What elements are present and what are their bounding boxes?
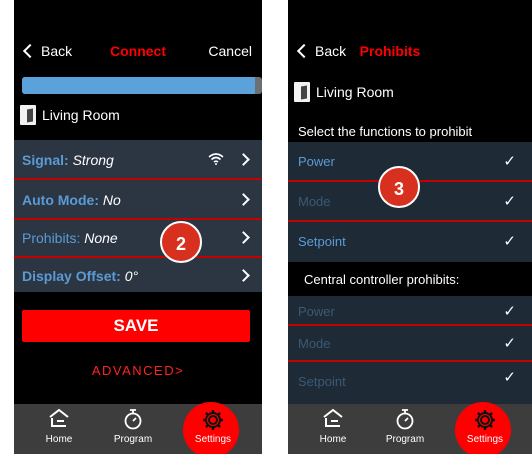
- room-header: Living Room: [294, 82, 394, 102]
- gear-icon: [178, 408, 248, 434]
- tab-label: Program: [113, 434, 153, 445]
- setting-row-signal[interactable]: Signal: Strong: [14, 142, 262, 178]
- central-row-mode: Mode ✓: [288, 326, 532, 362]
- tab-bar: Home Program Settings: [14, 402, 262, 454]
- function-label: Power: [298, 154, 335, 169]
- nav-bar: Back Prohibits: [288, 40, 532, 64]
- room-header: Living Room: [20, 105, 120, 125]
- stopwatch-icon: [98, 408, 168, 434]
- function-row-setpoint[interactable]: Setpoint ✓: [288, 222, 532, 262]
- chevron-right-icon: [237, 153, 250, 166]
- step-badge: 2: [160, 221, 202, 263]
- setting-label: Signal:: [22, 152, 69, 168]
- tab-settings[interactable]: Settings: [450, 402, 520, 454]
- central-prohibits-list: Power ✓ Mode ✓ Setpoint ✓: [288, 296, 532, 404]
- setting-value: No: [102, 192, 121, 208]
- door-icon: [294, 82, 310, 102]
- tab-home[interactable]: Home: [298, 404, 368, 454]
- tab-label: Program: [385, 434, 425, 445]
- function-label: Power: [298, 304, 335, 319]
- tab-label: Home: [45, 434, 73, 445]
- chevron-right-icon: [237, 231, 250, 244]
- setting-label: Display Offset:: [22, 268, 121, 284]
- row-divider: [14, 178, 262, 180]
- tab-settings[interactable]: Settings: [178, 402, 248, 454]
- setting-row-prohibits[interactable]: Prohibits: None: [14, 220, 262, 256]
- function-label: Setpoint: [298, 374, 346, 389]
- chevron-right-icon: [237, 193, 250, 206]
- setting-value: None: [84, 230, 118, 246]
- tab-program[interactable]: Program: [370, 404, 440, 454]
- setting-value: 0°: [124, 268, 139, 284]
- tab-label: Home: [319, 434, 347, 445]
- setting-value: Strong: [72, 152, 114, 168]
- settings-list: Signal: Strong Auto Mode: No Prohibits: …: [14, 140, 262, 292]
- checkmark-icon: ✓: [503, 335, 516, 352]
- prohibits-screen: Back Prohibits Living Room Select the fu…: [288, 0, 532, 454]
- function-label: Mode: [298, 336, 331, 351]
- progress-fill: [22, 77, 255, 94]
- setting-label: Auto Mode:: [22, 192, 99, 208]
- advanced-link[interactable]: ADVANCED>: [14, 363, 262, 378]
- room-name: Living Room: [316, 84, 394, 100]
- gear-icon: [450, 408, 520, 434]
- chevron-right-icon: [237, 269, 250, 282]
- stopwatch-icon: [370, 408, 440, 434]
- step-badge: 3: [378, 166, 420, 208]
- nav-bar: Back Connect Cancel: [14, 40, 262, 64]
- tab-program[interactable]: Program: [98, 404, 168, 454]
- home-icon: [24, 408, 94, 434]
- checkmark-icon: ✓: [503, 193, 516, 210]
- central-heading-row: Central controller prohibits:: [288, 262, 532, 296]
- tab-home[interactable]: Home: [24, 404, 94, 454]
- wifi-icon: [208, 152, 224, 168]
- save-button[interactable]: SAVE: [22, 310, 250, 342]
- checkmark-icon: ✓: [503, 233, 516, 250]
- function-label: Setpoint: [298, 234, 346, 249]
- checkmark-icon: ✓: [503, 153, 516, 170]
- instruction-text: Select the functions to prohibit: [298, 124, 473, 139]
- tab-label: Settings: [466, 434, 504, 445]
- door-icon: [20, 105, 36, 125]
- central-heading: Central controller prohibits:: [304, 272, 460, 287]
- room-name: Living Room: [42, 107, 120, 123]
- page-title: Prohibits: [359, 43, 421, 59]
- tab-label: Settings: [194, 434, 232, 445]
- setting-row-display-offset[interactable]: Display Offset: 0°: [14, 258, 262, 294]
- tab-bar: Home Program Settings: [288, 402, 532, 454]
- connect-screen: Back Connect Cancel Living Room Signal: …: [14, 0, 262, 454]
- central-row-setpoint: Setpoint ✓: [288, 362, 532, 402]
- checkmark-icon: ✓: [503, 369, 516, 386]
- home-icon: [298, 408, 368, 434]
- cancel-button[interactable]: Cancel: [208, 43, 252, 59]
- setting-label: Prohibits:: [22, 230, 81, 246]
- function-label: Mode: [298, 194, 331, 209]
- checkmark-icon: ✓: [503, 303, 516, 320]
- central-row-power: Power ✓: [288, 296, 532, 326]
- setting-row-auto-mode[interactable]: Auto Mode: No: [14, 182, 262, 218]
- connection-progress-bar: [22, 77, 262, 94]
